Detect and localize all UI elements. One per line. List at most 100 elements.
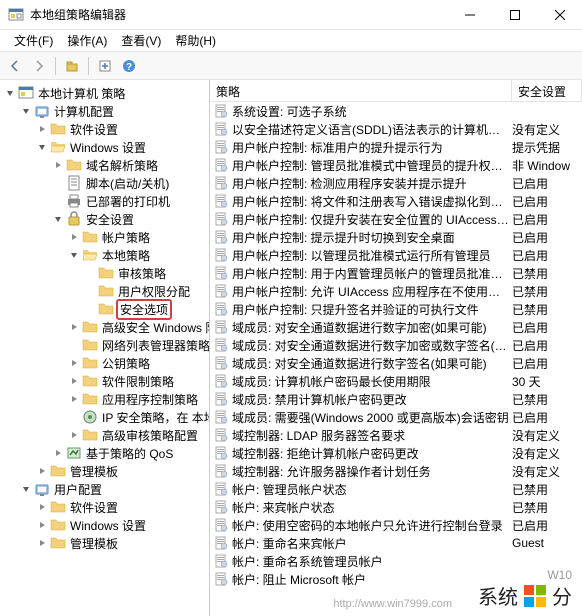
tree-node-security_options[interactable]: 安全选项: [0, 300, 209, 318]
close-button[interactable]: [537, 0, 582, 30]
expand-icon[interactable]: [68, 249, 80, 261]
policy-row[interactable]: 系统设置: 可选子系统: [210, 102, 582, 120]
policy-setting: 30 天: [512, 373, 582, 390]
column-header-setting[interactable]: 安全设置: [512, 80, 582, 101]
folder-icon: [66, 157, 82, 173]
tree-node-scripts[interactable]: 脚本(启动/关机): [0, 174, 209, 192]
policy-row[interactable]: 用户帐户控制: 仅提升安装在安全位置的 UIAccess 应用程序已启用: [210, 210, 582, 228]
tree-node-root[interactable]: 本地计算机 策略: [0, 84, 209, 102]
policy-row[interactable]: 域成员: 对安全通道数据进行数字加密或数字签名(始终)已启用: [210, 336, 582, 354]
tree-node-windows_settings[interactable]: Windows 设置: [0, 138, 209, 156]
menu-view[interactable]: 查看(V): [115, 30, 167, 51]
tree-node-user_admin_templates[interactable]: 管理模板: [0, 534, 209, 552]
policy-row[interactable]: 域成员: 需要强(Windows 2000 或更高版本)会话密钥已启用: [210, 408, 582, 426]
policy-row[interactable]: 帐户: 重命名来宾帐户Guest: [210, 534, 582, 552]
tree-node-local_policies[interactable]: 本地策略: [0, 246, 209, 264]
policy-row[interactable]: 帐户: 来宾帐户状态已禁用: [210, 498, 582, 516]
tree-node-admin_templates[interactable]: 管理模板: [0, 462, 209, 480]
tree-pane[interactable]: 本地计算机 策略计算机配置软件设置Windows 设置域名解析策略脚本(启动/关…: [0, 80, 210, 616]
collapse-icon[interactable]: [68, 375, 80, 387]
tree-node-user_software[interactable]: 软件设置: [0, 498, 209, 516]
tree-node-network_list[interactable]: 网络列表管理器策略: [0, 336, 209, 354]
expand-icon[interactable]: [4, 87, 16, 99]
collapse-icon[interactable]: [52, 447, 64, 459]
collapse-icon[interactable]: [52, 159, 64, 171]
collapse-icon[interactable]: [36, 465, 48, 477]
up-button[interactable]: [61, 55, 83, 77]
collapse-icon[interactable]: [68, 231, 80, 243]
tree-node-advanced_audit[interactable]: 高级审核策略配置: [0, 426, 209, 444]
tree-node-account_policies[interactable]: 帐户策略: [0, 228, 209, 246]
tree-node-ip_security[interactable]: IP 安全策略，在 本地计: [0, 408, 209, 426]
collapse-icon[interactable]: [36, 501, 48, 513]
security-icon: [66, 211, 82, 227]
tree-node-app_control[interactable]: 应用程序控制策略: [0, 390, 209, 408]
expand-icon[interactable]: [36, 141, 48, 153]
tree-node-software_settings[interactable]: 软件设置: [0, 120, 209, 138]
document-icon: [66, 175, 82, 191]
policy-row[interactable]: 域控制器: LDAP 服务器签名要求没有定义: [210, 426, 582, 444]
policy-row[interactable]: 以安全描述符定义语言(SDDL)语法表示的计算机访问限制没有定义: [210, 120, 582, 138]
tree-node-deployed_printers[interactable]: 已部署的打印机: [0, 192, 209, 210]
policy-row[interactable]: 用户帐户控制: 管理员批准模式中管理员的提升权限提示的...非 Window: [210, 156, 582, 174]
help-button[interactable]: ?: [118, 55, 140, 77]
policy-name: 用户帐户控制: 以管理员批准模式运行所有管理员: [232, 247, 512, 264]
tree-node-name_resolution[interactable]: 域名解析策略: [0, 156, 209, 174]
collapse-icon[interactable]: [36, 537, 48, 549]
tree-node-computer_config[interactable]: 计算机配置: [0, 102, 209, 120]
policy-row[interactable]: 域控制器: 拒绝计算机帐户密码更改没有定义: [210, 444, 582, 462]
collapse-icon[interactable]: [68, 357, 80, 369]
collapse-icon[interactable]: [68, 393, 80, 405]
policy-row[interactable]: 域成员: 计算机帐户密码最长使用期限30 天: [210, 372, 582, 390]
policy-row[interactable]: 用户帐户控制: 提示提升时切换到安全桌面已启用: [210, 228, 582, 246]
collapse-icon[interactable]: [68, 429, 80, 441]
expand-icon[interactable]: [20, 105, 32, 117]
column-header-policy[interactable]: 策略: [210, 80, 512, 101]
tree-node-advanced_firewall[interactable]: 高级安全 Windows 防火: [0, 318, 209, 336]
minimize-button[interactable]: [447, 0, 492, 30]
policy-row[interactable]: 用户帐户控制: 只提升签名并验证的可执行文件已禁用: [210, 300, 582, 318]
tree-node-qos[interactable]: 基于策略的 QoS: [0, 444, 209, 462]
policy-row[interactable]: 帐户: 管理员帐户状态已禁用: [210, 480, 582, 498]
policy-name: 域控制器: 允许服务器操作者计划任务: [232, 463, 512, 480]
policy-item-icon: [214, 266, 228, 280]
tree-node-user_rights[interactable]: 用户权限分配: [0, 282, 209, 300]
back-button[interactable]: [4, 55, 26, 77]
maximize-button[interactable]: [492, 0, 537, 30]
policy-row[interactable]: 帐户: 使用空密码的本地帐户只允许进行控制台登录已启用: [210, 516, 582, 534]
tree-node-security_settings[interactable]: 安全设置: [0, 210, 209, 228]
policy-row[interactable]: 域成员: 禁用计算机帐户密码更改已禁用: [210, 390, 582, 408]
tree-node-audit_policy[interactable]: 审核策略: [0, 264, 209, 282]
collapse-icon[interactable]: [36, 123, 48, 135]
menu-help[interactable]: 帮助(H): [169, 30, 222, 51]
expand-icon[interactable]: [52, 213, 64, 225]
menu-action[interactable]: 操作(A): [61, 30, 113, 51]
watermark-small: W10: [547, 568, 572, 582]
tree-node-public_key[interactable]: 公钥策略: [0, 354, 209, 372]
list-pane[interactable]: 策略 安全设置 系统设置: 可选子系统以安全描述符定义语言(SDDL)语法表示的…: [210, 80, 582, 616]
export-button[interactable]: [94, 55, 116, 77]
menu-file[interactable]: 文件(F): [8, 30, 59, 51]
tree-node-user_windows[interactable]: Windows 设置: [0, 516, 209, 534]
policy-item-icon: [214, 194, 228, 208]
policy-row[interactable]: 用户帐户控制: 允许 UIAccess 应用程序在不使用安全桌面...已禁用: [210, 282, 582, 300]
policy-row[interactable]: 用户帐户控制: 检测应用程序安装并提示提升已启用: [210, 174, 582, 192]
forward-button[interactable]: [28, 55, 50, 77]
policy-row[interactable]: 域成员: 对安全通道数据进行数字加密(如果可能)已启用: [210, 318, 582, 336]
policy-row[interactable]: 域控制器: 允许服务器操作者计划任务没有定义: [210, 462, 582, 480]
policy-name: 用户帐户控制: 标准用户的提升提示行为: [232, 139, 512, 156]
policy-row[interactable]: 用户帐户控制: 将文件和注册表写入错误虚拟化到每用户位置已启用: [210, 192, 582, 210]
collapse-icon[interactable]: [36, 519, 48, 531]
expand-icon[interactable]: [20, 483, 32, 495]
policy-item-icon: [214, 518, 228, 532]
policy-row[interactable]: 用户帐户控制: 以管理员批准模式运行所有管理员已启用: [210, 246, 582, 264]
policy-row[interactable]: 用户帐户控制: 用于内置管理员帐户的管理员批准模式已禁用: [210, 264, 582, 282]
tree-node-user_config[interactable]: 用户配置: [0, 480, 209, 498]
policy-row[interactable]: 域成员: 对安全通道数据进行数字签名(如果可能)已启用: [210, 354, 582, 372]
tree-node-software_restriction[interactable]: 软件限制策略: [0, 372, 209, 390]
collapse-icon[interactable]: [68, 321, 80, 333]
policy-row[interactable]: 用户帐户控制: 标准用户的提升提示行为提示凭据: [210, 138, 582, 156]
policy-setting: 已禁用: [512, 391, 582, 408]
policy-row[interactable]: 帐户: 重命名系统管理员帐户: [210, 552, 582, 570]
policy-name: 域成员: 禁用计算机帐户密码更改: [232, 391, 512, 408]
